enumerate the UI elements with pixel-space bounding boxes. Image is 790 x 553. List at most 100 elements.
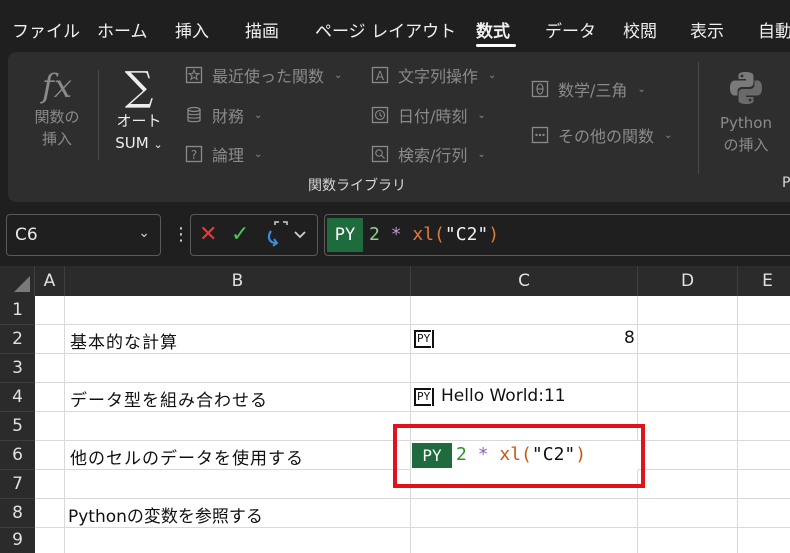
chevron-down-icon: ⌄ — [477, 109, 486, 121]
highlight-box — [393, 424, 645, 488]
row-header-5[interactable]: 5 — [0, 412, 35, 441]
chevron-down-icon: ⌄ — [637, 83, 646, 95]
column-header-e[interactable]: E — [738, 266, 790, 296]
python-output-icon[interactable] — [265, 221, 309, 255]
row-header-6[interactable]: 6 — [0, 441, 35, 470]
more-functions-button[interactable]: その他の関数 ⌄ — [530, 122, 672, 148]
more-vertical-icon[interactable]: ⋮ — [172, 224, 190, 245]
python-icon — [708, 64, 784, 112]
more-dots-icon — [530, 125, 550, 145]
gridline — [35, 382, 790, 383]
insert-python-label-2: の挿入 — [723, 136, 769, 154]
text-icon: A — [370, 65, 390, 85]
text-functions-button[interactable]: A 文字列操作 ⌄ — [370, 62, 496, 88]
chevron-down-icon: ⌄ — [477, 148, 486, 160]
row-header-4[interactable]: 4 — [0, 383, 35, 412]
row-header-9[interactable]: 9 — [0, 528, 35, 553]
ribbon-separator — [98, 70, 99, 160]
tab-data[interactable]: データ — [545, 17, 596, 42]
select-all-corner[interactable] — [0, 266, 35, 296]
row-header-1[interactable]: 1 — [0, 296, 35, 325]
insert-function-button[interactable]: fx 関数の 挿入 — [22, 66, 92, 150]
ribbon-tabs: ファイル ホーム 挿入 描画 ページ レイアウト 数式 データ 校閲 表示 自動 — [0, 0, 790, 52]
formula-actions: ✕ ✓ — [190, 214, 318, 256]
formula-input[interactable]: PY 2 * xl("C2") — [324, 214, 790, 256]
tab-view[interactable]: 表示 — [690, 17, 724, 42]
tab-review[interactable]: 校閲 — [623, 17, 657, 42]
tab-insert[interactable]: 挿入 — [175, 17, 209, 42]
group-label-cut: P — [782, 175, 790, 191]
ribbon-separator — [698, 62, 699, 174]
tab-page-layout[interactable]: ページ レイアウト — [315, 17, 456, 42]
chevron-down-icon[interactable]: ⌄ — [138, 225, 150, 241]
python-cell-icon: PY — [414, 330, 435, 348]
python-cell-icon: PY — [414, 388, 435, 406]
math-trig-button[interactable]: 数学/三角 ⌄ — [530, 76, 646, 102]
cancel-icon[interactable]: ✕ — [199, 222, 217, 247]
gridline — [64, 296, 65, 553]
formula-code: 2 * xl("C2") — [369, 224, 500, 245]
tab-file[interactable]: ファイル — [12, 17, 80, 42]
chevron-down-icon: ⌄ — [334, 69, 343, 81]
formula-bar: C6 ⌄ ⋮ ✕ ✓ PY 2 * xl("C2") — [0, 212, 790, 260]
chevron-down-icon: ⌄ — [488, 69, 497, 81]
database-icon — [184, 105, 204, 125]
column-header-d[interactable]: D — [638, 266, 738, 296]
clock-icon — [370, 105, 390, 125]
ribbon-formulas: fx 関数の 挿入 ∑ オート SUM ⌄ 最近使った関数 ⌄ 財務 ⌄ ? 論理 ⌄… — [8, 52, 790, 202]
column-header-b[interactable]: B — [65, 266, 411, 296]
gridline — [35, 324, 790, 325]
chevron-down-icon: ⌄ — [153, 138, 163, 151]
chevron-down-icon: ⌄ — [254, 148, 263, 160]
gridline — [35, 527, 790, 528]
gridline — [35, 353, 790, 354]
cell-b2[interactable]: 基本的な計算 — [70, 328, 178, 353]
insert-python-button[interactable]: Python の挿入 — [708, 64, 784, 156]
python-badge: PY — [327, 218, 363, 252]
svg-text:?: ? — [191, 148, 197, 162]
magnifier-icon — [370, 144, 390, 164]
insert-python-label: Python — [720, 114, 772, 132]
row-header-3[interactable]: 3 — [0, 354, 35, 383]
worksheet-grid: A B C D E 1 2 3 4 5 6 7 8 9 基本的な計算 データ型を… — [0, 266, 790, 553]
lookup-button[interactable]: 検索/行列 ⌄ — [370, 141, 486, 167]
fx-icon: fx — [42, 67, 72, 105]
gridline — [35, 411, 790, 412]
datetime-button[interactable]: 日付/時刻 ⌄ — [370, 102, 486, 128]
cell-c2[interactable]: 8 — [624, 328, 635, 348]
autosum-label: オート — [116, 112, 162, 130]
tab-home[interactable]: ホーム — [97, 17, 148, 42]
name-box[interactable]: C6 ⌄ — [6, 214, 161, 256]
row-header-2[interactable]: 2 — [0, 325, 35, 354]
gridline — [737, 296, 738, 553]
chevron-down-icon: ⌄ — [664, 129, 673, 141]
autosum-button[interactable]: ∑ オート SUM ⌄ — [104, 64, 174, 156]
recent-functions-button[interactable]: 最近使った関数 ⌄ — [184, 62, 342, 88]
confirm-icon[interactable]: ✓ — [231, 222, 249, 247]
cell-c4[interactable]: Hello World:11 — [441, 386, 566, 406]
star-icon — [184, 65, 204, 85]
column-header-c[interactable]: C — [411, 266, 638, 296]
question-icon: ? — [184, 144, 204, 164]
tab-formulas[interactable]: 数式 — [476, 17, 510, 42]
active-tab-indicator — [476, 44, 516, 47]
finance-button[interactable]: 財務 ⌄ — [184, 102, 262, 128]
cell-b8[interactable]: Pythonの変数を参照する — [68, 502, 263, 527]
sigma-icon: ∑ — [124, 64, 154, 110]
name-box-value: C6 — [15, 225, 38, 245]
tab-draw[interactable]: 描画 — [245, 17, 279, 42]
cell-b4[interactable]: データ型を組み合わせる — [70, 386, 268, 411]
gridline — [35, 498, 790, 499]
cell-b6[interactable]: 他のセルのデータを使用する — [70, 444, 304, 469]
insert-function-label-2: 挿入 — [41, 130, 72, 148]
chevron-down-icon: ⌄ — [254, 109, 263, 121]
svg-text:A: A — [376, 69, 385, 83]
row-header-8[interactable]: 8 — [0, 499, 35, 528]
theta-icon — [530, 79, 550, 99]
logic-button[interactable]: ? 論理 ⌄ — [184, 141, 262, 167]
tab-automate[interactable]: 自動 — [758, 17, 790, 42]
autosum-label-row: SUM ⌄ — [115, 134, 163, 152]
row-header-7[interactable]: 7 — [0, 470, 35, 499]
column-header-a[interactable]: A — [35, 266, 65, 296]
function-library-group-label: 関数ライブラリ — [308, 178, 406, 194]
